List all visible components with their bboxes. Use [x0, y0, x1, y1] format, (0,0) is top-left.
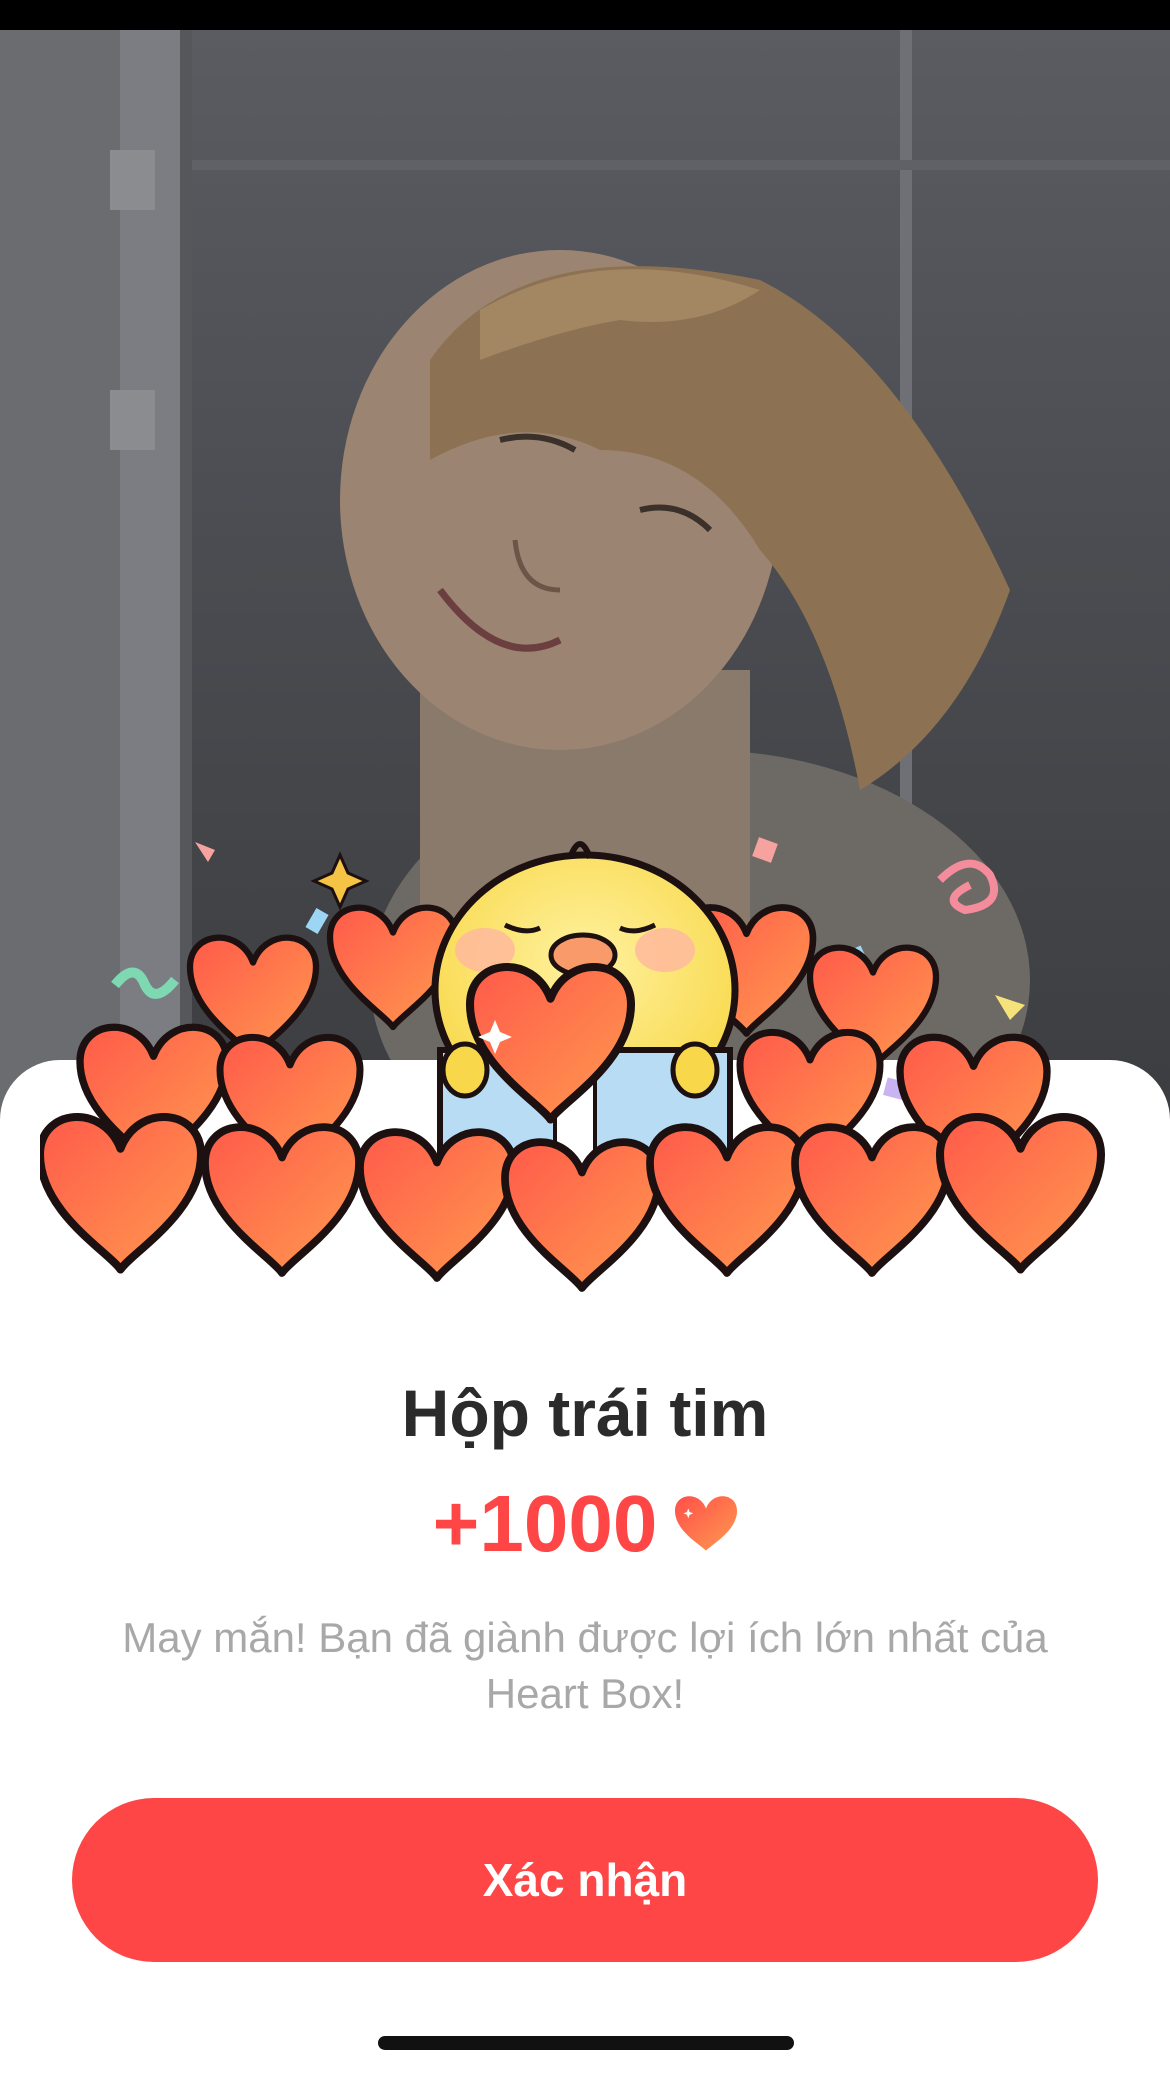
status-bar — [0, 0, 1170, 30]
reward-amount-row: +1000 — [0, 1478, 1170, 1570]
heart-icon — [675, 1496, 738, 1551]
heart-box-illustration — [40, 837, 1140, 1320]
reward-message: May mắn! Bạn đã giành được lợi ích lớn n… — [122, 1614, 1048, 1717]
home-indicator — [378, 2036, 794, 2050]
reward-amount: +1000 — [432, 1479, 658, 1568]
dialog-title: Hộp trái tim — [401, 1376, 769, 1450]
confirm-button[interactable]: Xác nhận — [72, 1798, 1098, 1962]
